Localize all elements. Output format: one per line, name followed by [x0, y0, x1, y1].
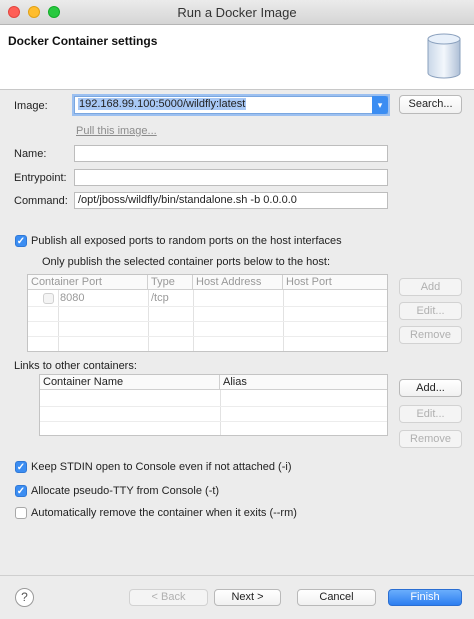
column-type[interactable]: Type: [148, 275, 193, 290]
window-title: Run a Docker Image: [177, 5, 297, 20]
pseudo-tty-checkbox[interactable]: ✓: [15, 485, 27, 497]
container-port-cell: 8080: [60, 292, 85, 304]
page-title: Docker Container settings: [8, 34, 158, 48]
keep-stdin-checkbox[interactable]: ✓: [15, 461, 27, 473]
pull-image-link[interactable]: Pull this image...: [76, 125, 157, 137]
next-button[interactable]: Next >: [214, 589, 281, 606]
entrypoint-label: Entrypoint:: [14, 172, 67, 184]
image-value: 192.168.99.100:5000/wildfly:latest: [78, 98, 247, 110]
back-button[interactable]: < Back: [129, 589, 208, 606]
keep-stdin-label: Keep STDIN open to Console even if not a…: [31, 461, 292, 473]
image-combo[interactable]: 192.168.99.100:5000/wildfly:latest: [74, 96, 388, 114]
links-table[interactable]: Container Name Alias: [39, 374, 388, 436]
search-image-button[interactable]: Search...: [399, 95, 462, 114]
command-label: Command:: [14, 195, 68, 207]
column-host-port[interactable]: Host Port: [283, 275, 387, 290]
name-field[interactable]: [74, 145, 388, 162]
entrypoint-field[interactable]: [74, 169, 388, 186]
window-title-bar[interactable]: Run a Docker Image: [0, 0, 474, 25]
column-container-port[interactable]: Container Port: [28, 275, 148, 290]
type-cell: /tcp: [151, 292, 169, 304]
column-container-name[interactable]: Container Name: [40, 375, 220, 390]
remove-port-button[interactable]: Remove: [399, 326, 462, 344]
help-icon[interactable]: ?: [15, 588, 34, 607]
docker-database-icon: [427, 33, 461, 79]
wizard-header: Docker Container settings: [0, 25, 474, 90]
finish-button[interactable]: Finish: [388, 589, 462, 606]
links-title: Links to other containers:: [14, 360, 137, 372]
pseudo-tty-label: Allocate pseudo-TTY from Console (-t): [31, 485, 220, 497]
cancel-button[interactable]: Cancel: [297, 589, 376, 606]
column-alias[interactable]: Alias: [220, 375, 387, 390]
edit-port-button[interactable]: Edit...: [399, 302, 462, 320]
ports-table[interactable]: Container Port Type Host Address Host Po…: [27, 274, 388, 352]
remove-link-button[interactable]: Remove: [399, 430, 462, 448]
auto-remove-checkbox[interactable]: [15, 507, 27, 519]
name-label: Name:: [14, 148, 47, 160]
auto-remove-label: Automatically remove the container when …: [31, 507, 297, 519]
image-label: Image:: [14, 100, 48, 112]
add-link-button[interactable]: Add...: [399, 379, 462, 397]
edit-link-button[interactable]: Edit...: [399, 405, 462, 423]
command-field[interactable]: /opt/jboss/wildfly/bin/standalone.sh -b …: [74, 192, 388, 209]
chevron-down-icon[interactable]: ▾: [372, 96, 388, 114]
ports-subtitle: Only publish the selected container port…: [42, 256, 331, 268]
port-row-checkbox[interactable]: [43, 293, 54, 304]
footer-divider: [0, 575, 474, 576]
table-row[interactable]: 8080 /tcp: [28, 291, 387, 306]
publish-all-label: Publish all exposed ports to random port…: [31, 235, 342, 247]
publish-all-checkbox[interactable]: ✓: [15, 235, 27, 247]
column-host-address[interactable]: Host Address: [193, 275, 283, 290]
add-port-button[interactable]: Add: [399, 278, 462, 296]
